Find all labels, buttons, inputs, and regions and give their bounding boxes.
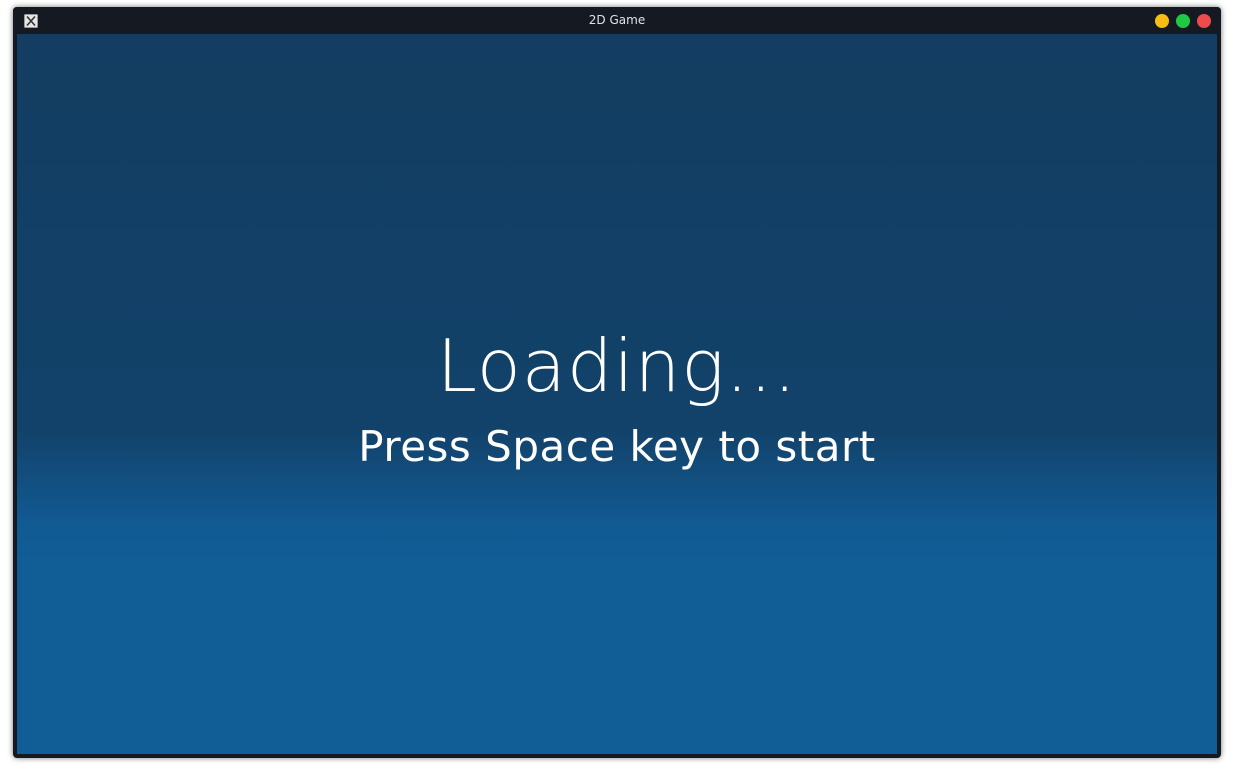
window-title: 2D Game [588,13,646,27]
minimize-icon [1155,14,1169,28]
loading-text: Loading... [436,324,798,408]
maximize-icon [1176,14,1190,28]
minimize-button[interactable] [1155,13,1169,28]
start-hint-text: Press Space key to start [358,422,876,471]
title-bar[interactable]: 2D Game [13,7,1221,33]
close-button[interactable] [1197,13,1211,28]
app-window: 2D Game Loading... Press Space key to st… [13,7,1221,758]
game-canvas[interactable]: Loading... Press Space key to start [17,34,1217,754]
close-icon [1197,14,1211,28]
maximize-button[interactable] [1176,13,1190,28]
